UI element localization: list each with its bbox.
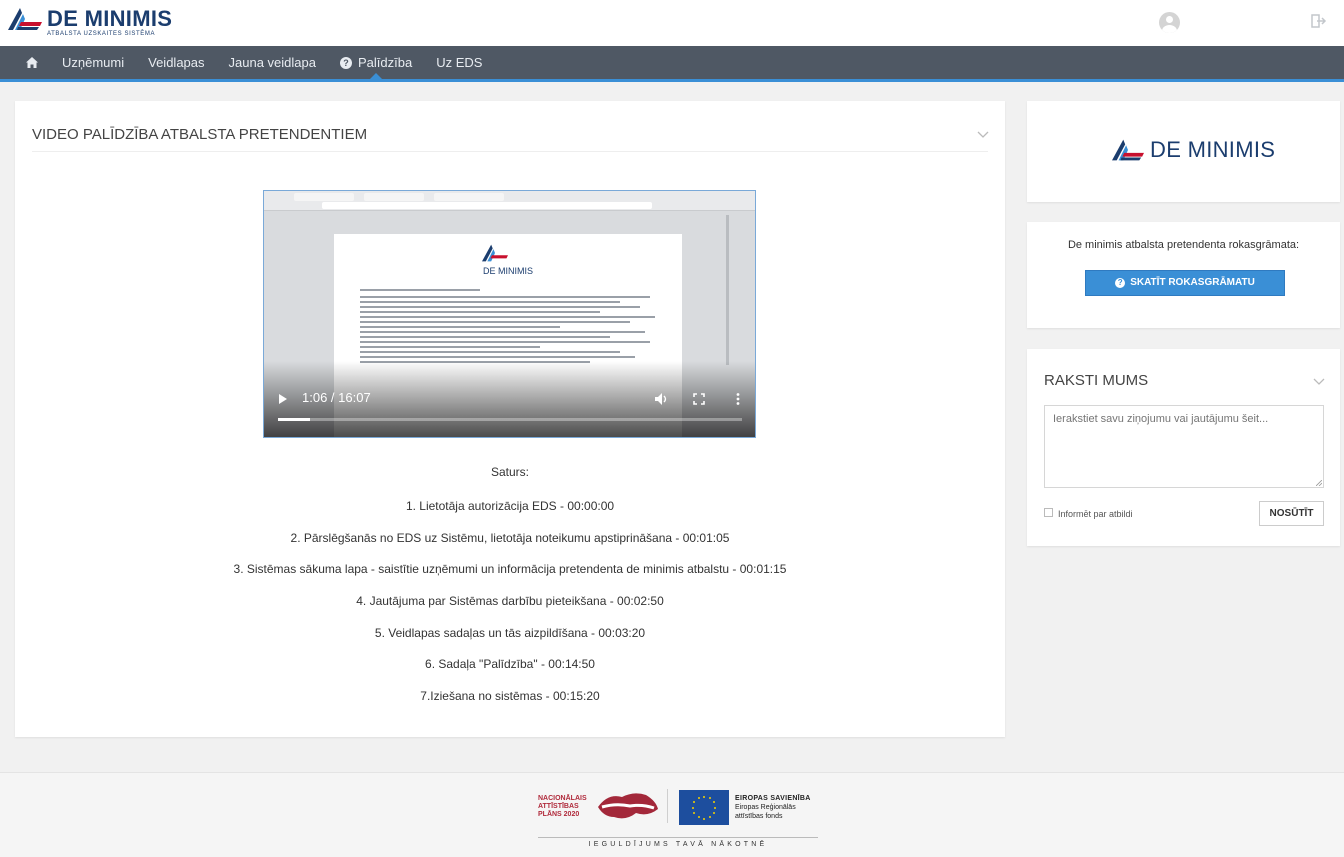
nav-item-uznemumi[interactable]: Uzņēmumi xyxy=(62,46,124,79)
eu-star xyxy=(703,817,705,820)
view-manual-button[interactable]: ? SKATĪT ROKASGRĀMATU xyxy=(1085,270,1285,296)
eu-star xyxy=(703,795,705,798)
video-player[interactable]: DE MINIMIS 1:06 / 16:07 xyxy=(263,190,756,438)
video-progress-fill xyxy=(278,418,310,421)
question-circle-icon: ? xyxy=(1115,278,1126,288)
video-help-panel: VIDEO PALĪDZĪBA ATBALSTA PRETENDENTIEM D… xyxy=(15,101,1005,737)
sidebar-logo-text: DE MINIMIS xyxy=(1150,137,1276,162)
eu-star xyxy=(697,816,700,819)
message-textarea[interactable] xyxy=(1044,405,1324,488)
logo-title: DE MINIMIS xyxy=(47,6,173,31)
manual-text: De minimis atbalsta pretendenta rokasgrā… xyxy=(1067,239,1300,251)
nav-item-palidziba-label: Palīdzība xyxy=(357,55,413,70)
eu-star xyxy=(693,812,696,814)
footer-divider xyxy=(667,789,668,823)
eu-star xyxy=(714,806,716,809)
eu-text: EIROPAS SAVIENĪBA Eiropas Reģionālās att… xyxy=(735,794,811,821)
eu-star xyxy=(693,801,696,803)
question-circle-icon: ? xyxy=(339,56,352,69)
top-header: DE MINIMIS ATBALSTA UZSKAITES SISTĒMA xyxy=(0,0,1344,46)
eu-star xyxy=(692,806,694,809)
contents-item-5: 5. Veidlapas sadaļas un tās aizpildīšana… xyxy=(374,626,646,640)
latvia-flag-emblem xyxy=(598,793,658,819)
eu-star xyxy=(712,812,715,814)
eu-title: EIROPAS SAVIENĪBA xyxy=(735,795,811,802)
chevron-down-icon[interactable] xyxy=(1313,375,1325,387)
eu-flag xyxy=(679,790,729,825)
nav-item-palidziba[interactable]: ? Palīdzība xyxy=(339,46,413,79)
nav-item-veidlapas[interactable]: Veidlapas xyxy=(148,46,204,79)
video-scrollbar xyxy=(726,215,729,365)
de-minimis-logo[interactable]: DE MINIMIS ATBALSTA UZSKAITES SISTĒMA xyxy=(8,8,172,37)
eu-star xyxy=(697,796,700,799)
contents-item-2: 2. Pārslēgšanās no EDS uz Sistēmu, lieto… xyxy=(290,531,730,545)
contents-heading: Saturs: xyxy=(490,465,529,479)
video-doc-logo-text: DE MINIMIS xyxy=(482,266,533,276)
eu-star xyxy=(712,801,715,803)
contents-item-1: 1. Lietotāja autorizācija EDS - 00:00:00 xyxy=(405,499,615,513)
home-icon xyxy=(26,57,38,68)
nap-line-2: ATTĪSTĪBAS xyxy=(538,803,579,810)
nav-item-uz-eds[interactable]: Uz EDS xyxy=(436,46,482,79)
contents-item-6: 6. Sadaļa "Palīdzība" - 00:14:50 xyxy=(425,657,595,671)
de-minimis-logo-icon xyxy=(8,8,42,30)
view-manual-button-label: SKATĪT ROKASGRĀMATU xyxy=(1130,277,1255,288)
chevron-down-icon[interactable] xyxy=(977,128,989,140)
video-browser-chrome xyxy=(264,191,755,211)
video-time: 1:06 / 16:07 xyxy=(302,390,371,405)
nap-line-3: PLĀNS 2020 xyxy=(538,811,580,818)
panel-title: VIDEO PALĪDZĪBA ATBALSTA PRETENDENTIEM xyxy=(32,126,368,143)
notify-checkbox[interactable] xyxy=(1044,508,1053,517)
video-progress-bar[interactable] xyxy=(278,418,742,421)
fullscreen-icon[interactable] xyxy=(692,392,706,406)
footer: NACIONĀLAIS ATTĪSTĪBAS PLĀNS 2020 EIROPA… xyxy=(0,772,1344,857)
resize-grip-icon[interactable] xyxy=(1316,480,1322,486)
nav-item-jauna-veidlapa[interactable]: Jauna veidlapa xyxy=(229,46,316,79)
sidebar-logo: DE MINIMIS xyxy=(1112,137,1275,163)
divider xyxy=(32,151,988,152)
manual-card: De minimis atbalsta pretendenta rokasgrā… xyxy=(1027,222,1340,328)
contents-item-3: 3. Sistēmas sākuma lapa - saistītie uzņē… xyxy=(233,562,787,576)
sidebar-logo-card: DE MINIMIS xyxy=(1027,101,1340,202)
logout-icon[interactable] xyxy=(1311,13,1327,29)
send-button[interactable]: NOSŪTĪT xyxy=(1259,501,1324,526)
logo-subtitle: ATBALSTA UZSKAITES SISTĒMA xyxy=(47,31,156,37)
nap-line-1: NACIONĀLAIS xyxy=(538,795,587,802)
nav-home[interactable] xyxy=(26,46,38,79)
notify-label: Informēt par atbildi xyxy=(1058,509,1133,519)
de-minimis-logo-icon xyxy=(1112,139,1144,161)
contents-item-4: 4. Jautājuma par Sistēmas darbību pietei… xyxy=(356,594,664,608)
user-avatar[interactable] xyxy=(1159,12,1180,33)
eu-line-1: Eiropas Reģionālās xyxy=(735,804,796,811)
footer-motto: IEGULDĪJUMS TAVĀ NĀKOTNĒ xyxy=(588,841,768,848)
volume-icon[interactable] xyxy=(654,392,668,406)
more-options-icon[interactable] xyxy=(731,392,745,406)
de-minimis-logo-icon xyxy=(482,244,508,262)
contact-card: RAKSTI MUMS Informēt par atbildi NOSŪTĪT xyxy=(1027,349,1340,546)
eu-star xyxy=(708,816,711,819)
eu-star xyxy=(708,796,711,799)
eu-line-2: attīstības fonds xyxy=(735,813,783,820)
nap-logo-text: NACIONĀLAIS ATTĪSTĪBAS PLĀNS 2020 xyxy=(538,795,587,819)
contents-item-7: 7.Iziešana no sistēmas - 00:15:20 xyxy=(420,689,600,703)
main-navigation: Uzņēmumi Veidlapas Jauna veidlapa ? Palī… xyxy=(0,46,1344,82)
contact-title: RAKSTI MUMS xyxy=(1044,372,1149,389)
play-icon[interactable] xyxy=(279,394,287,404)
footer-rule xyxy=(538,837,818,838)
